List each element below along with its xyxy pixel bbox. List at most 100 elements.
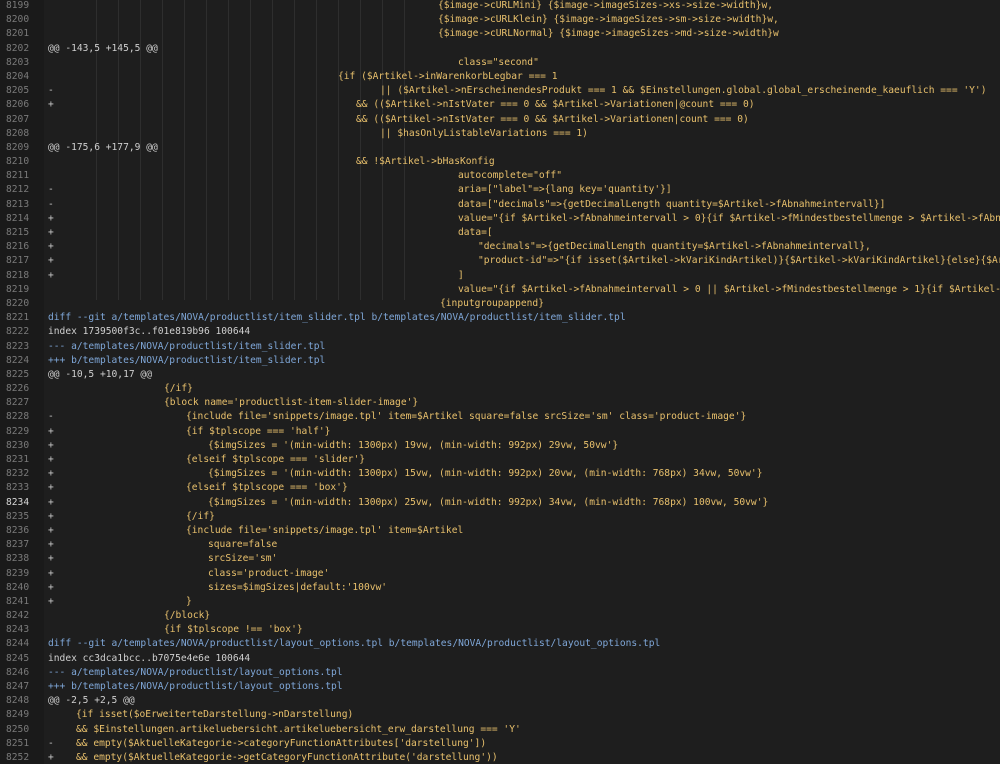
code-line[interactable]: 8210 && !$Artikel->bHasKonfig	[0, 155, 1000, 169]
code-line[interactable]: 8202 @@ -143,5 +145,5 @@	[0, 42, 1000, 56]
code-line[interactable]: 8217 + "product-id"=>"{if isset($Artikel->…	[0, 254, 1000, 268]
line-number: 8239	[6, 567, 30, 579]
code-text: "decimals"=>{getDecimalLength quantity=$…	[478, 241, 871, 253]
code-text: {if $tplscope === 'half'}	[186, 425, 331, 437]
added-line-marker: +	[48, 241, 54, 253]
code-line[interactable]: 8223 --- a/templates/NOVA/productlist/ite…	[0, 340, 1000, 354]
code-line[interactable]: 8243 {if $tplscope !== 'box'}	[0, 623, 1000, 637]
code-line[interactable]: 8226 {/if}	[0, 382, 1000, 396]
code-line[interactable]: 8245 index cc3dca1bcc..b7075e4e6e 100644	[0, 652, 1000, 666]
line-number: 8204	[6, 70, 30, 82]
code-line[interactable]: 8230 + {$imgSizes = '(min-width: 1300px) 1…	[0, 439, 1000, 453]
code-text: "product-id"=>"{if isset($Artikel->kVari…	[478, 255, 1000, 267]
code-text: @@ -10,5 +10,17 @@	[48, 368, 152, 380]
code-line[interactable]: 8214 + value="{if $Artikel->fAbnahmeinterv…	[0, 212, 1000, 226]
code-text: class="second"	[458, 56, 539, 68]
added-line-marker: +	[48, 510, 54, 522]
code-line[interactable]: 8248 @@ -2,5 +2,5 @@	[0, 694, 1000, 708]
code-line[interactable]: 8218 +]	[0, 269, 1000, 283]
code-text: +++ b/templates/NOVA/productlist/layout_…	[48, 681, 343, 692]
code-line[interactable]: 8206 + && (($Artikel->nIstVater === 0 && $…	[0, 98, 1000, 112]
code-line[interactable]: 8225 @@ -10,5 +10,17 @@	[0, 368, 1000, 382]
code-line[interactable]: 8239 + class='product-image'	[0, 567, 1000, 581]
line-number: 8226	[6, 383, 30, 395]
code-line[interactable]: 8231 + {elseif $tplscope === 'slider'}	[0, 453, 1000, 467]
code-line[interactable]: 8212 - aria=["label"=>{lang key='quantity'…	[0, 183, 1000, 197]
line-number: 8233	[6, 482, 30, 494]
code-line[interactable]: 8199 {$image->cURLMini} {$image->imageSiz…	[0, 0, 1000, 13]
code-line[interactable]: 8235 + {/if}	[0, 510, 1000, 524]
code-line[interactable]: 8224 +++ b/templates/NOVA/productlist/ite…	[0, 354, 1000, 368]
code-line[interactable]: 8242 {/block}	[0, 609, 1000, 623]
line-number: 8207	[6, 113, 30, 125]
code-line[interactable]: 8234 + {$imgSizes = '(min-width: 1300px) 2…	[0, 496, 1000, 510]
code-line[interactable]: 8249 {if isset($oErweiterteDarstellung->n…	[0, 708, 1000, 722]
code-text: }	[186, 595, 192, 607]
code-line[interactable]: 8228 - {include file='snippets/image.tpl' …	[0, 410, 1000, 424]
code-text: && empty($AktuelleKategorie->getCategory…	[76, 751, 498, 763]
code-line[interactable]: 8250 && $Einstellungen.artikeluebersicht.…	[0, 723, 1000, 737]
code-line[interactable]: 8246 --- a/templates/NOVA/productlist/lay…	[0, 666, 1000, 680]
code-line[interactable]: 8205 - || ($Artikel->nErscheinendesProdukt…	[0, 84, 1000, 98]
line-number: 8217	[6, 255, 30, 267]
line-number: 8225	[6, 368, 30, 380]
line-number: 8224	[6, 354, 30, 366]
code-line[interactable]: 8204 {if ($Artikel->inWarenkorbLegbar ===…	[0, 70, 1000, 84]
code-text: {/if}	[186, 510, 215, 522]
added-line-marker: +	[48, 255, 54, 267]
code-text: {$image->cURLMini} {$image->imageSizes->…	[438, 0, 774, 11]
code-lines: 8199 {$image->cURLMini} {$image->imageSiz…	[0, 0, 1000, 764]
code-line[interactable]: 8238 + srcSize='sm'	[0, 552, 1000, 566]
code-text: diff --git a/templates/NOVA/productlist/…	[48, 312, 626, 324]
code-line[interactable]: 8252 + && empty($AktuelleKategorie->getCat…	[0, 751, 1000, 764]
added-line-marker: +	[48, 99, 54, 111]
code-line[interactable]: 8209 @@ -175,6 +177,9 @@	[0, 141, 1000, 155]
line-number: 8229	[6, 425, 30, 437]
code-text: || $hasOnlyListableVariations === 1)	[380, 127, 588, 139]
line-number: 8231	[6, 454, 30, 465]
code-line[interactable]: 8232 + {$imgSizes = '(min-width: 1300px) 1…	[0, 467, 1000, 481]
code-line[interactable]: 8236 + {include file='snippets/image.tpl' …	[0, 524, 1000, 538]
line-number: 8246	[6, 666, 30, 678]
code-line[interactable]: 8215 + data=[	[0, 226, 1000, 240]
code-line[interactable]: 8229 + {if $tplscope === 'half'}	[0, 425, 1000, 439]
code-line[interactable]: 8220 {inputgroupappend}	[0, 297, 1000, 311]
code-line[interactable]: 8200 {$image->cURLKlein} {$image->imageSi…	[0, 13, 1000, 27]
code-text: {/if}	[164, 383, 193, 395]
code-line[interactable]: 8240 + sizes=$imgSizes|default:'100vw'	[0, 581, 1000, 595]
code-text: {$image->cURLKlein} {$image->imageSizes-…	[438, 14, 779, 26]
line-number: 8203	[6, 56, 30, 68]
added-line-marker: +	[48, 482, 54, 494]
code-line[interactable]: 8203 class="second"	[0, 56, 1000, 70]
code-line[interactable]: 8207 && (($Artikel->nIstVater === 0 && $A…	[0, 113, 1000, 127]
code-line[interactable]: 8219 value="{if $Artikel->fAbnahmeinterva…	[0, 283, 1000, 297]
code-line[interactable]: 8201 {$image->cURLNormal} {$image->imageS…	[0, 27, 1000, 41]
added-line-marker: +	[48, 581, 54, 593]
line-number: 8216	[6, 241, 30, 253]
code-line[interactable]: 8221 diff --git a/templates/NOVA/productl…	[0, 311, 1000, 325]
code-text: @@ -143,5 +145,5 @@	[48, 42, 158, 54]
code-line[interactable]: 8222 index 1739500f3c..f01e819b96 100644	[0, 325, 1000, 339]
code-line[interactable]: 8247 +++ b/templates/NOVA/productlist/lay…	[0, 680, 1000, 694]
line-number: 8235	[6, 510, 30, 522]
line-number: 8219	[6, 283, 30, 295]
code-line[interactable]: 8237 + square=false	[0, 538, 1000, 552]
code-text: {include file='snippets/image.tpl' item=…	[186, 524, 464, 536]
code-line[interactable]: 8227 {block name='productlist-item-slider…	[0, 396, 1000, 410]
code-line[interactable]: 8241 +}	[0, 595, 1000, 609]
line-number: 8205	[6, 85, 30, 97]
code-text: sizes=$imgSizes|default:'100vw'	[208, 581, 388, 593]
code-text: class='product-image'	[208, 567, 330, 579]
code-line[interactable]: 8244 diff --git a/templates/NOVA/productl…	[0, 637, 1000, 651]
code-line[interactable]: 8213 - data=["decimals"=>{getDecimalLength…	[0, 198, 1000, 212]
code-line[interactable]: 8208 || $hasOnlyListableVariations === 1)	[0, 127, 1000, 141]
code-text: index 1739500f3c..f01e819b96 100644	[48, 326, 251, 338]
line-number: 8240	[6, 581, 30, 593]
code-text: {$image->cURLNormal} {$image->imageSizes…	[438, 28, 779, 40]
code-editor[interactable]: 8199 {$image->cURLMini} {$image->imageSiz…	[0, 0, 1000, 764]
code-line[interactable]: 8233 + {elseif $tplscope === 'box'}	[0, 481, 1000, 495]
code-line[interactable]: 8216 + "decimals"=>{getDecimalLength quant…	[0, 240, 1000, 254]
line-number: 8210	[6, 156, 30, 168]
code-line[interactable]: 8211 autocomplete="off"	[0, 169, 1000, 183]
code-line[interactable]: 8251 - && empty($AktuelleKategorie->catego…	[0, 737, 1000, 751]
